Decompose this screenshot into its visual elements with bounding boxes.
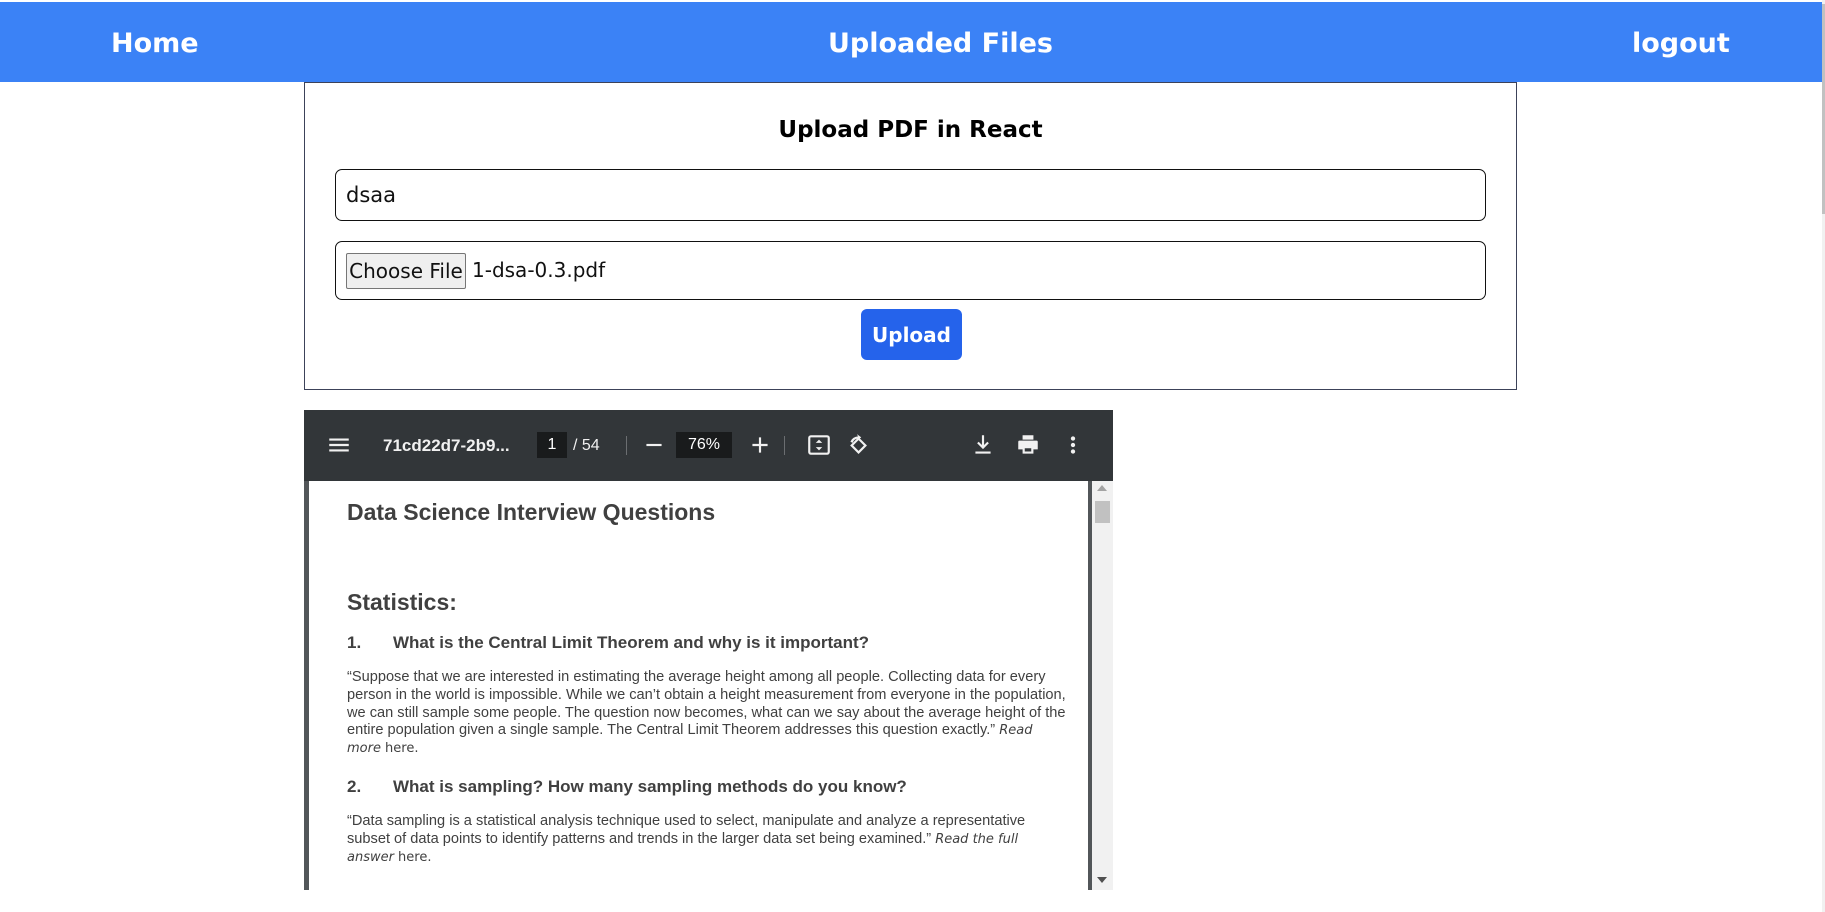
pdf-toolbar: 71cd22d7-2b9... / 54 bbox=[304, 410, 1113, 481]
pdf-viewer: 71cd22d7-2b9... / 54 Data Scie bbox=[304, 410, 1113, 890]
pdf-question-number: 2. bbox=[347, 777, 362, 796]
zoom-out-icon[interactable] bbox=[641, 432, 667, 458]
title-input[interactable] bbox=[335, 169, 1486, 221]
pdf-section-title: Statistics: bbox=[347, 589, 457, 615]
pdf-here-link[interactable]: here. bbox=[398, 850, 431, 865]
chosen-file-name: 1-dsa-0.3.pdf bbox=[472, 258, 606, 282]
pdf-scrollbar-thumb[interactable] bbox=[1095, 501, 1110, 523]
rotate-icon[interactable] bbox=[845, 432, 871, 458]
zoom-level-input[interactable] bbox=[676, 432, 732, 458]
nav-home-link[interactable]: Home bbox=[111, 2, 199, 86]
fit-page-icon[interactable] bbox=[806, 432, 832, 458]
pdf-answer-text: “Suppose that we are interested in estim… bbox=[347, 669, 1066, 739]
pdf-question: 1. What is the Central Limit Theorem and … bbox=[347, 633, 869, 653]
pdf-page: Data Science Interview Questions Statist… bbox=[309, 481, 1088, 890]
pdf-question-text: What is the Central Limit Theorem and wh… bbox=[393, 633, 870, 652]
pdf-answer-paragraph: “Suppose that we are interested in estim… bbox=[347, 669, 1067, 758]
pdf-scrollbar[interactable] bbox=[1092, 481, 1113, 890]
scroll-up-arrow-icon[interactable] bbox=[1097, 485, 1107, 491]
choose-file-button[interactable]: Choose File bbox=[346, 253, 466, 289]
pdf-heading: Data Science Interview Questions bbox=[347, 499, 716, 525]
upload-button[interactable]: Upload bbox=[861, 309, 962, 360]
upload-form-title: Upload PDF in React bbox=[778, 117, 1043, 143]
zoom-in-icon[interactable] bbox=[747, 432, 773, 458]
upload-form: Upload PDF in React Choose File 1-dsa-0.… bbox=[304, 82, 1517, 390]
nav-uploaded-files-link[interactable]: Uploaded Files bbox=[828, 2, 1053, 86]
pdf-answer-paragraph: “Data sampling is a statistical analysis… bbox=[347, 813, 1067, 866]
page-number-input[interactable] bbox=[537, 432, 567, 458]
scroll-down-arrow-icon[interactable] bbox=[1097, 877, 1107, 883]
more-options-icon[interactable] bbox=[1060, 432, 1086, 458]
menu-icon[interactable] bbox=[326, 432, 352, 458]
print-icon[interactable] bbox=[1015, 432, 1041, 458]
pdf-document-title: 71cd22d7-2b9... bbox=[383, 436, 510, 455]
pdf-answer-text: “Data sampling is a statistical analysis… bbox=[347, 813, 1026, 847]
file-input[interactable]: Choose File 1-dsa-0.3.pdf bbox=[335, 241, 1486, 300]
pdf-question-text: What is sampling? How many sampling meth… bbox=[393, 777, 907, 796]
pdf-question-number: 1. bbox=[347, 633, 362, 652]
toolbar-divider bbox=[784, 436, 785, 455]
toolbar-divider bbox=[626, 436, 627, 455]
navbar: Home Uploaded Files logout bbox=[0, 2, 1822, 82]
pdf-question: 2. What is sampling? How many sampling me… bbox=[347, 777, 907, 797]
page-total: / 54 bbox=[573, 437, 600, 454]
pdf-here-link[interactable]: here. bbox=[385, 741, 418, 756]
download-icon[interactable] bbox=[970, 432, 996, 458]
pdf-document-area[interactable]: Data Science Interview Questions Statist… bbox=[304, 481, 1113, 890]
nav-logout-link[interactable]: logout bbox=[1632, 2, 1730, 86]
